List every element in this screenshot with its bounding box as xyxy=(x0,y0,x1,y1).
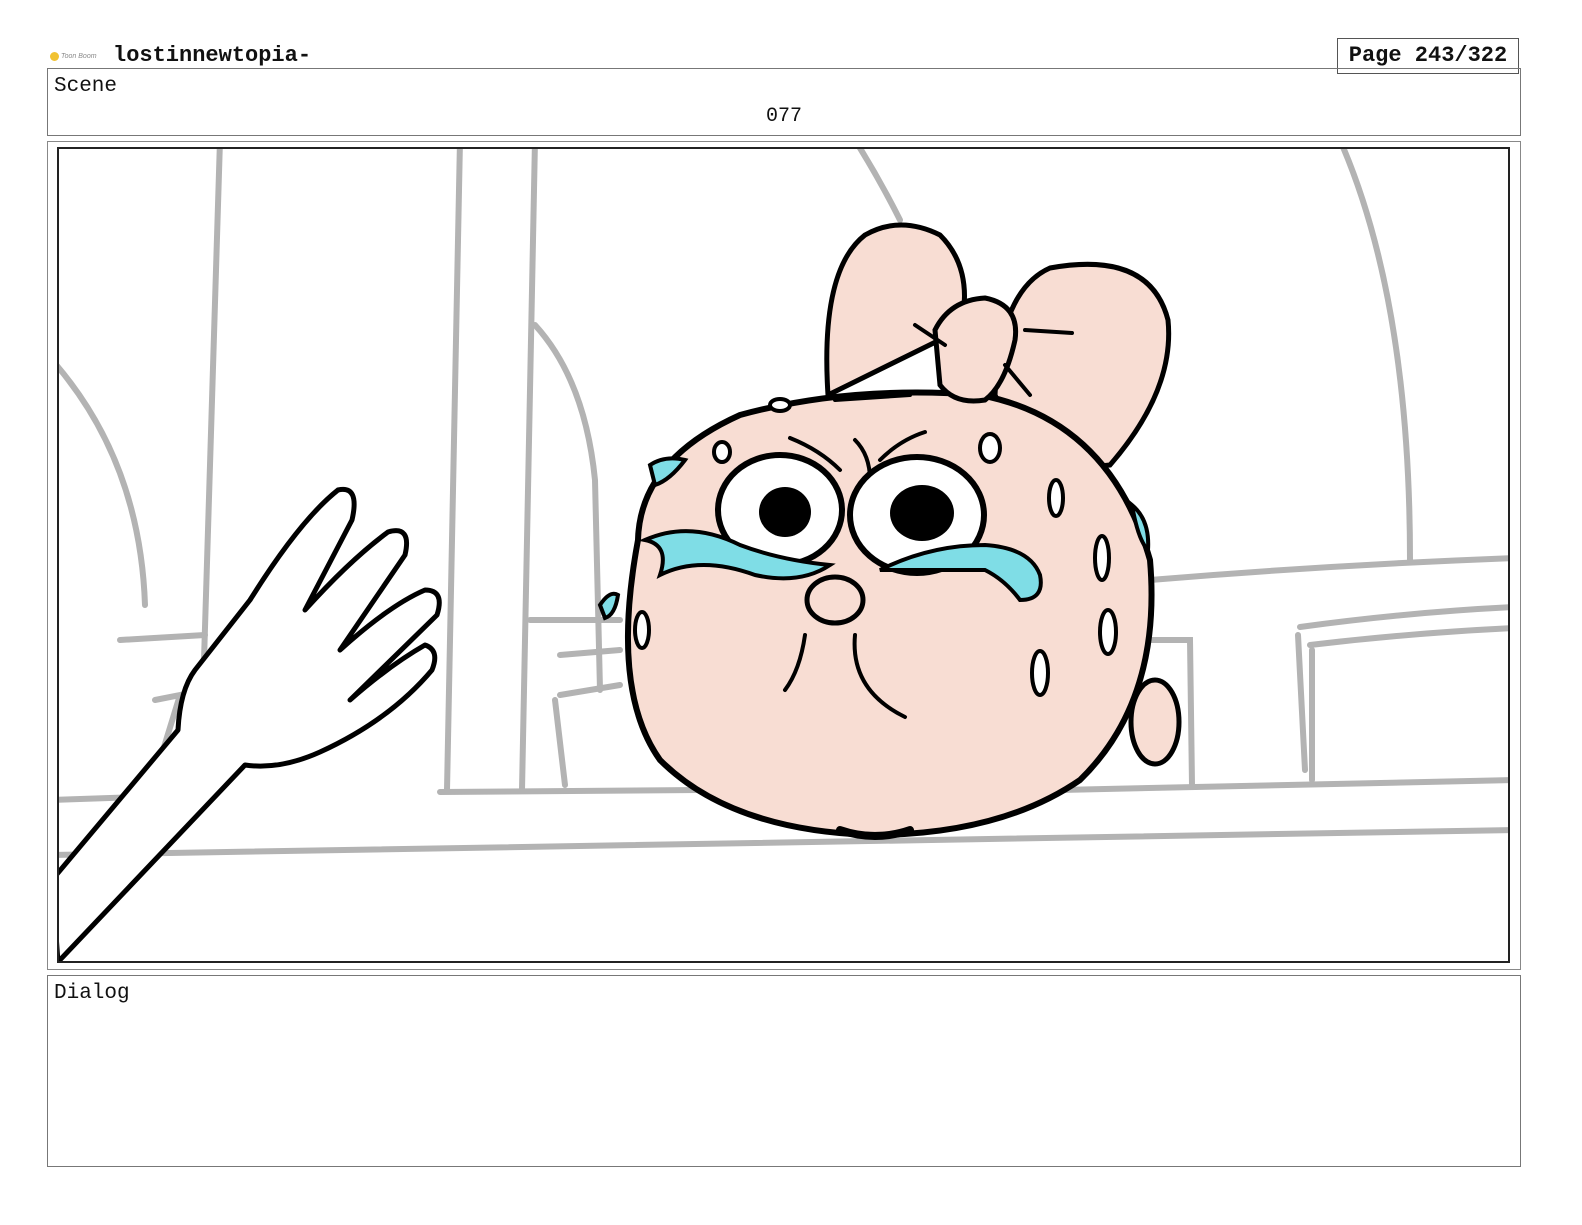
character-drawing xyxy=(597,222,1182,840)
dialog-label: Dialog xyxy=(54,982,130,1005)
dialog-box: Dialog xyxy=(47,975,1521,1167)
hand-drawing xyxy=(58,486,442,962)
